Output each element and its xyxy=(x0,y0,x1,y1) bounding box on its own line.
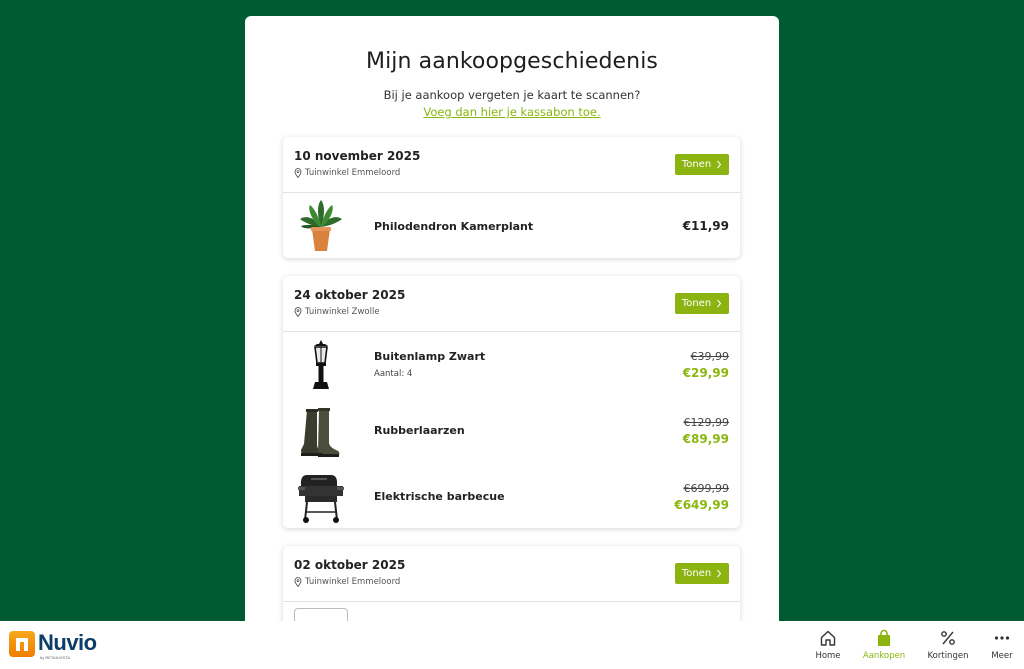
item-quantity: Aantal: 4 xyxy=(374,369,413,379)
nav-label: Home xyxy=(815,651,841,661)
purchase-card: 02 oktober 2025 Tuinwinkel Emmeloord Ton… xyxy=(283,546,740,621)
purchase-store: Tuinwinkel Emmeloord xyxy=(294,577,400,587)
show-purchase-button[interactable]: Tonen xyxy=(675,154,729,175)
nav-item-home[interactable]: Home xyxy=(800,629,856,661)
nav-label: Meer xyxy=(991,651,1013,661)
logo-text: Nuvio xyxy=(38,630,97,655)
location-pin-icon xyxy=(294,307,302,317)
show-button-label: Tonen xyxy=(681,298,712,309)
location-pin-icon xyxy=(294,577,302,587)
item-price: €11,99 xyxy=(682,219,729,233)
item-new-price: €649,99 xyxy=(674,498,729,512)
lamp-icon xyxy=(297,338,345,392)
shopping-bag-icon xyxy=(878,629,890,646)
show-purchase-button[interactable]: Tonen xyxy=(675,293,729,314)
item-name: Elektrische barbecue xyxy=(374,490,505,503)
item-image-placeholder xyxy=(294,608,348,621)
show-button-label: Tonen xyxy=(681,568,712,579)
boots-icon xyxy=(297,404,345,458)
item-old-price: €699,99 xyxy=(683,482,730,495)
home-icon xyxy=(820,630,836,646)
purchase-store: Tuinwinkel Zwolle xyxy=(294,307,380,317)
purchase-card: 10 november 2025 Tuinwinkel Emmeloord To… xyxy=(283,137,740,258)
more-icon xyxy=(994,636,1010,640)
purchase-date: 10 november 2025 xyxy=(294,149,421,163)
bottom-navigation-bar: Nuvio by RETAILVISTA Home Aankopen Korti… xyxy=(0,621,1024,669)
purchase-store-name: Tuinwinkel Emmeloord xyxy=(305,577,401,587)
purchase-store-name: Tuinwinkel Zwolle xyxy=(305,307,380,317)
purchase-card-header: 10 november 2025 Tuinwinkel Emmeloord To… xyxy=(283,137,740,193)
chevron-right-icon xyxy=(717,160,722,169)
nav-item-more[interactable]: Meer xyxy=(974,629,1024,661)
purchase-card-header: 24 oktober 2025 Tuinwinkel Zwolle Tonen xyxy=(283,276,740,332)
purchase-card: 24 oktober 2025 Tuinwinkel Zwolle Tonen xyxy=(283,276,740,528)
item-name: Rubberlaarzen xyxy=(374,424,465,437)
scan-reminder-text: Bij je aankoop vergeten je kaart te scan… xyxy=(383,88,641,102)
nuvio-logo-mark-icon xyxy=(9,631,35,657)
location-pin-icon xyxy=(294,168,302,178)
nav-item-discounts[interactable]: Kortingen xyxy=(920,629,976,661)
logo-subtext: by RETAILVISTA xyxy=(40,655,71,660)
purchase-store: Tuinwinkel Emmeloord xyxy=(294,168,400,178)
show-purchase-button[interactable]: Tonen xyxy=(675,563,729,584)
purchase-history-panel: Mijn aankoopgeschiedenis Bij je aankoop … xyxy=(245,16,779,621)
purchase-item[interactable]: Rubberlaarzen €129,99 €89,99 xyxy=(283,398,740,464)
item-new-price: €89,99 xyxy=(682,432,729,446)
nav-label: Kortingen xyxy=(927,651,969,661)
chevron-right-icon xyxy=(717,569,722,578)
item-old-price: €39,99 xyxy=(690,350,730,363)
purchase-item[interactable]: Buitenlamp Zwart Aantal: 4 €39,99 €29,99 xyxy=(283,332,740,398)
purchase-item[interactable]: Elektrische barbecue €699,99 €649,99 xyxy=(283,464,740,528)
barbecue-icon xyxy=(297,470,345,524)
purchase-card-header: 02 oktober 2025 Tuinwinkel Emmeloord Ton… xyxy=(283,546,740,602)
nuvio-logo: Nuvio by RETAILVISTA xyxy=(9,630,97,660)
chevron-right-icon xyxy=(717,299,722,308)
plant-icon xyxy=(297,199,345,253)
purchase-item[interactable]: Philodendron Kamerplant €11,99 xyxy=(283,193,740,258)
item-name: Buitenlamp Zwart xyxy=(374,350,486,363)
item-name: Philodendron Kamerplant xyxy=(374,220,534,233)
item-old-price: €129,99 xyxy=(683,416,730,429)
show-button-label: Tonen xyxy=(681,159,712,170)
purchase-date: 24 oktober 2025 xyxy=(294,288,406,302)
add-receipt-link[interactable]: Voeg dan hier je kassabon toe. xyxy=(245,105,779,119)
percent-icon xyxy=(941,631,955,645)
page-title: Mijn aankoopgeschiedenis xyxy=(366,49,658,74)
item-new-price: €29,99 xyxy=(682,366,729,380)
purchase-store-name: Tuinwinkel Emmeloord xyxy=(305,168,401,178)
purchase-date: 02 oktober 2025 xyxy=(294,558,406,572)
nav-label: Aankopen xyxy=(862,651,906,661)
nav-item-purchases[interactable]: Aankopen xyxy=(856,629,912,661)
